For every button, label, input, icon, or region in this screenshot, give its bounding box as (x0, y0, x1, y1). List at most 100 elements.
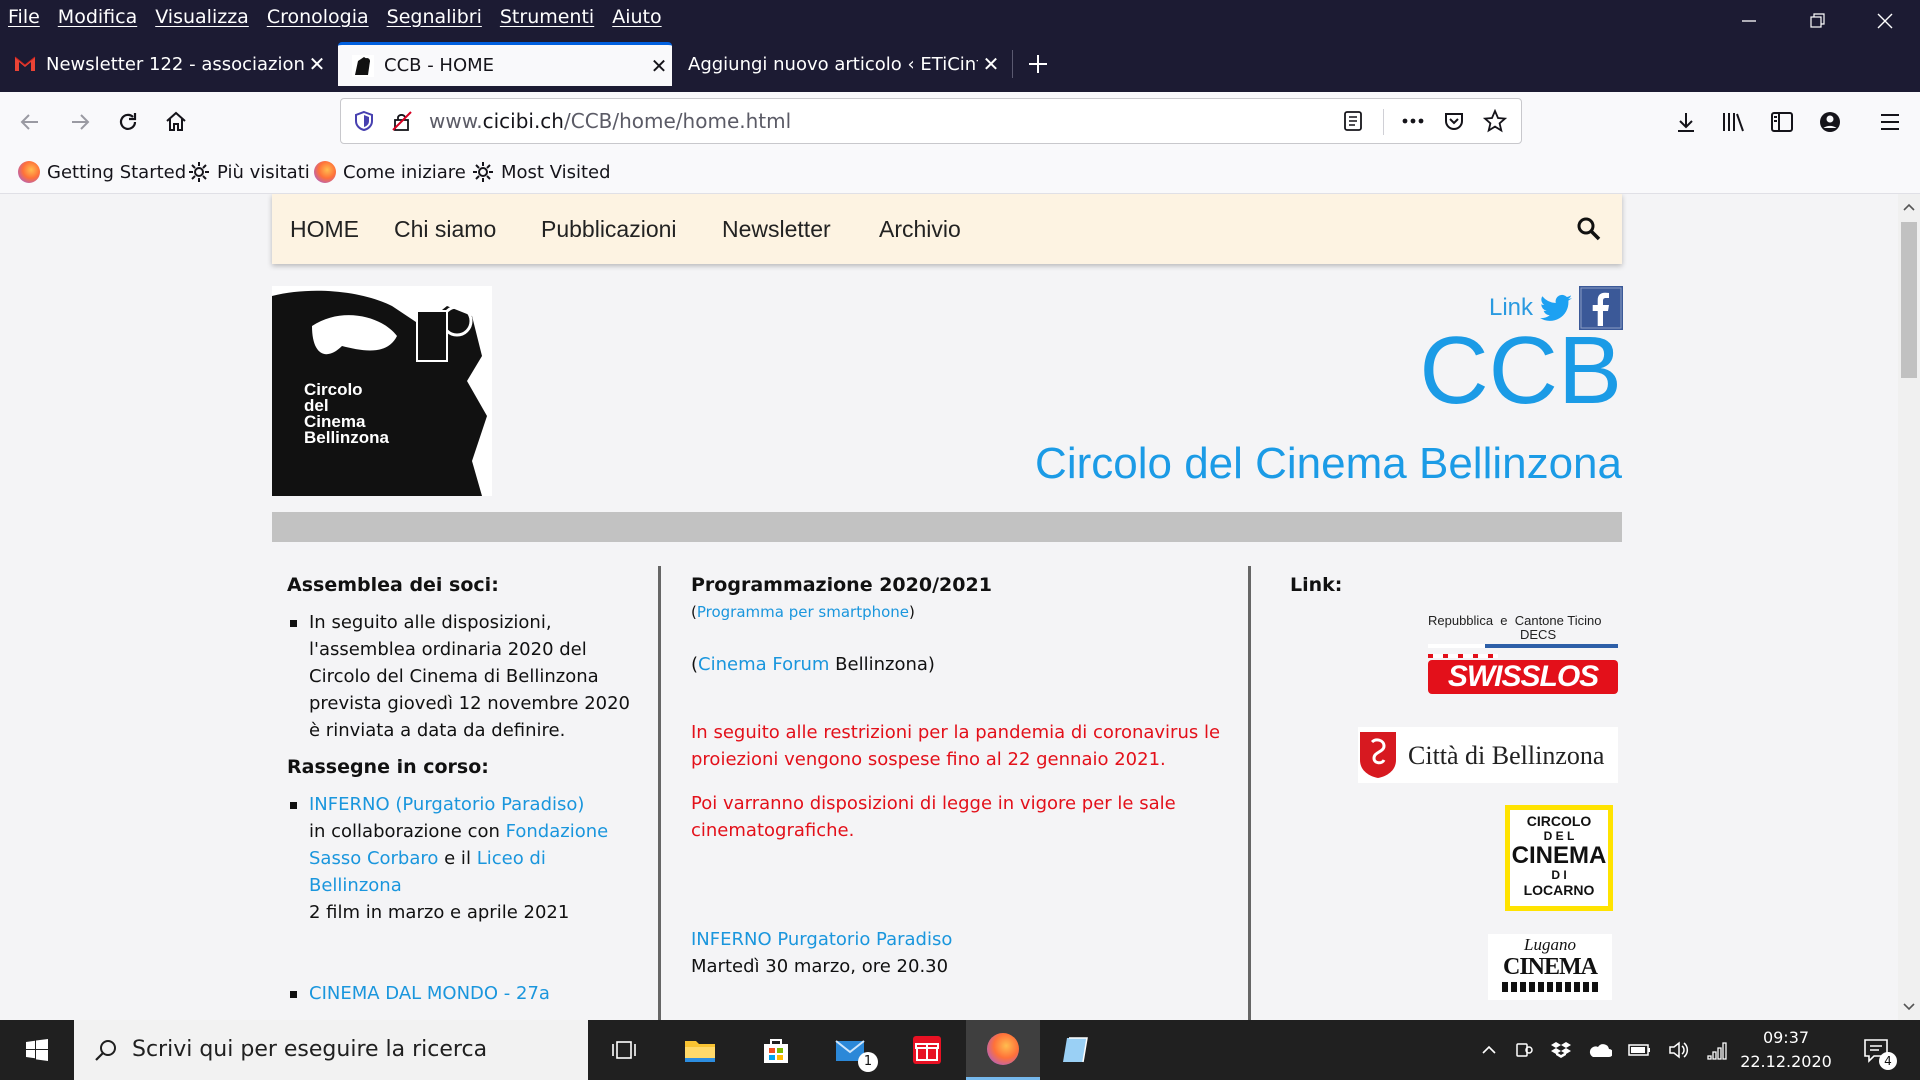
cinema-forum-link[interactable]: Cinema Forum (698, 654, 829, 675)
address-bar[interactable]: www.cicibi.ch/CCB/home/home.html (340, 98, 1522, 144)
page-scrollbar[interactable] (1898, 194, 1920, 1020)
file-explorer-button[interactable] (665, 1020, 735, 1080)
forum-line: (Cinema Forum Bellinzona) (691, 654, 935, 675)
action-center-button[interactable]: 4 (1846, 1020, 1906, 1080)
account-button[interactable] (1812, 104, 1848, 140)
library-icon (1723, 113, 1744, 132)
tab-close-icon[interactable]: ✕ (304, 52, 330, 76)
clock-date: 22.12.2020 (1740, 1052, 1832, 1071)
smartphone-link[interactable]: Programma per smartphone (697, 603, 909, 621)
scrollbar-thumb[interactable] (1901, 222, 1917, 378)
bookmark-star-icon[interactable] (1483, 109, 1507, 133)
url-path: /CCB/home/home.html (563, 109, 792, 133)
scroll-up-icon[interactable] (1898, 198, 1920, 216)
inferno-link[interactable]: INFERNO (Purgatorio Paradiso) (309, 794, 584, 815)
collab-text: in collaborazione con (309, 821, 500, 842)
tab-aggiungi-articolo[interactable]: Aggiungi nuovo articolo ‹ ETiCinfor ✕ (674, 44, 1004, 84)
bookmark-most-visited[interactable]: Most Visited (472, 161, 611, 183)
programmazione-heading: Programmazione 2020/2021 (691, 574, 992, 596)
reload-icon (119, 113, 137, 130)
url-domain: cicibi.ch (482, 109, 564, 133)
locarno-text: D I (1551, 868, 1567, 882)
insecure-lock-icon[interactable] (391, 110, 413, 132)
tab-ccb-home[interactable]: CCB - HOME ✕ (338, 42, 672, 86)
bellinzona-crest-icon (1360, 732, 1396, 778)
bookmark-come-iniziare[interactable]: Come iniziare (314, 161, 466, 183)
volume-icon[interactable] (1668, 1040, 1690, 1060)
account-icon (1820, 112, 1840, 132)
bookmark-getting-started[interactable]: Getting Started (18, 161, 186, 183)
reader-view-icon[interactable] (1342, 110, 1364, 132)
tracking-shield-icon[interactable] (353, 110, 375, 132)
library-button[interactable] (1716, 104, 1752, 140)
mail-button[interactable]: 1 (817, 1020, 887, 1080)
taskbar-search-box[interactable]: Scrivi qui per eseguire la ricerca (74, 1020, 588, 1080)
plus-icon (1029, 55, 1047, 73)
url-prefix: www. (429, 109, 483, 133)
gmail-icon (14, 56, 36, 71)
sidebar-button[interactable] (1764, 104, 1800, 140)
task-view-button[interactable] (590, 1020, 660, 1080)
notes-app-button[interactable] (1040, 1020, 1110, 1080)
gift-app-button[interactable] (892, 1020, 962, 1080)
bookmarks-toolbar: Getting Started Più visitati Come inizia… (0, 152, 1920, 194)
menu-file[interactable]: File (0, 4, 49, 30)
store-icon (764, 1039, 788, 1063)
lugano-cinema-logo[interactable]: Lugano CINEMA (1488, 934, 1612, 1000)
back-button[interactable] (12, 104, 48, 140)
nav-archivio[interactable]: Archivio (879, 216, 961, 243)
tab-close-icon[interactable]: ✕ (978, 52, 1004, 76)
nav-home[interactable]: HOME (290, 216, 359, 243)
menu-cronologia[interactable]: Cronologia (258, 4, 378, 30)
new-tab-button[interactable] (1020, 46, 1056, 82)
tab-strip: Newsletter 122 - associazione.e ✕ CCB - … (0, 36, 1920, 92)
locarno-logo[interactable]: CIRCOLO D E L CINEMA D I LOCARNO (1505, 805, 1613, 911)
battery-icon[interactable] (1628, 1042, 1652, 1058)
menu-modifica[interactable]: Modifica (49, 4, 146, 30)
tab-separator (1012, 50, 1013, 78)
home-icon (166, 111, 186, 131)
meet-now-icon[interactable] (1514, 1040, 1534, 1060)
bookmark-piu-visitati[interactable]: Più visitati (188, 161, 310, 183)
cinema-dal-mondo-link[interactable]: CINEMA DAL MONDO - 27a (309, 983, 550, 1004)
menu-segnalibri[interactable]: Segnalibri (378, 4, 491, 30)
firefox-taskbar-button[interactable] (966, 1020, 1040, 1080)
tab-close-icon[interactable]: ✕ (646, 54, 672, 78)
bellinzona-logo[interactable]: Città di Bellinzona (1358, 727, 1618, 783)
dropbox-icon[interactable] (1550, 1040, 1572, 1060)
forward-button[interactable] (62, 104, 98, 140)
windows-taskbar: Scrivi qui per eseguire la ricerca 1 09:… (0, 1020, 1920, 1080)
downloads-button[interactable] (1668, 104, 1704, 140)
clock[interactable]: 09:37 22.12.2020 (1736, 1026, 1836, 1074)
swisslos-decs: DECS (1520, 627, 1557, 642)
event-link[interactable]: INFERNO Purgatorio Paradiso (691, 926, 1241, 953)
menu-visualizza[interactable]: Visualizza (146, 4, 258, 30)
home-button[interactable] (158, 104, 194, 140)
forward-arrow-icon (72, 114, 90, 130)
search-icon[interactable] (1576, 216, 1602, 242)
start-button[interactable] (2, 1020, 72, 1080)
download-icon (1678, 113, 1694, 132)
microsoft-store-button[interactable] (741, 1020, 811, 1080)
wifi-icon[interactable] (1706, 1040, 1728, 1060)
site-navbar: HOME Chi siamo Pubblicazioni Newsletter … (272, 194, 1622, 264)
app-menu-button[interactable] (1872, 104, 1908, 140)
menu-strumenti[interactable]: Strumenti (491, 4, 603, 30)
nav-pubblicazioni[interactable]: Pubblicazioni (541, 216, 677, 243)
nav-newsletter[interactable]: Newsletter (722, 216, 831, 243)
scroll-down-icon[interactable] (1898, 998, 1920, 1016)
menu-aiuto[interactable]: Aiuto (603, 4, 670, 30)
swisslos-logo[interactable]: Repubblica e Cantone Ticino DECS SWISSLO… (1428, 614, 1618, 704)
page-viewport: HOME Chi siamo Pubblicazioni Newsletter … (0, 194, 1898, 1020)
page-actions-icon[interactable] (1401, 110, 1425, 132)
onedrive-cloud-icon[interactable] (1588, 1041, 1612, 1059)
bellinzona-text: Città di Bellinzona (1408, 740, 1605, 770)
nav-chi-siamo[interactable]: Chi siamo (394, 216, 496, 243)
film-strip-decoration (1502, 982, 1598, 992)
url-text[interactable]: www.cicibi.ch/CCB/home/home.html (429, 109, 791, 133)
pocket-icon[interactable] (1443, 110, 1465, 132)
left-column: Assemblea dei soci: In seguito alle disp… (287, 572, 637, 1007)
tab-newsletter[interactable]: Newsletter 122 - associazione.e ✕ (0, 44, 330, 84)
reload-button[interactable] (110, 104, 146, 140)
chevron-up-icon[interactable] (1480, 1041, 1498, 1059)
